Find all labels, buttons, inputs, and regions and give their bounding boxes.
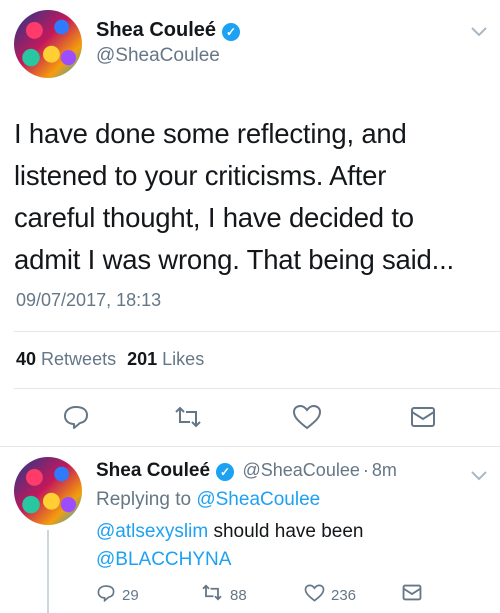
retweets-count[interactable]: 40 bbox=[16, 349, 36, 369]
reply-avatar[interactable] bbox=[14, 457, 82, 525]
retweet-count: 88 bbox=[230, 586, 247, 604]
display-name[interactable]: Shea Couleé bbox=[96, 19, 216, 41]
reply-time[interactable]: 8m bbox=[372, 460, 397, 480]
envelope-icon[interactable] bbox=[410, 406, 436, 433]
replying-to-prefix: Replying to bbox=[96, 489, 192, 510]
like-count: 236 bbox=[331, 587, 357, 604]
divider bbox=[14, 331, 500, 332]
tweet-timestamp[interactable]: 09/07/2017, 18:13 bbox=[16, 290, 161, 311]
tweet-text-line: careful thought, I have decided to bbox=[14, 202, 414, 233]
chevron-down-icon[interactable] bbox=[470, 22, 488, 43]
reply-display-name[interactable]: Shea Couleé bbox=[96, 460, 210, 481]
divider bbox=[14, 388, 500, 389]
reply-chevron-down-icon[interactable] bbox=[470, 466, 488, 487]
envelope-icon bbox=[402, 584, 422, 605]
replying-to-link[interactable]: @SheaCoulee bbox=[196, 489, 320, 510]
reply-action-reply[interactable]: 29 bbox=[96, 584, 139, 607]
handle[interactable]: @SheaCoulee bbox=[96, 45, 220, 67]
replying-to: Replying to @SheaCoulee bbox=[96, 486, 320, 514]
reply-icon bbox=[96, 584, 116, 607]
verified-badge-icon: ✓ bbox=[216, 462, 235, 481]
thread-line bbox=[47, 530, 49, 613]
reply-count: 29 bbox=[122, 587, 139, 604]
avatar[interactable] bbox=[14, 10, 82, 78]
tweet-text-line: I have done some reflecting, and bbox=[14, 118, 407, 149]
reply-text: @atlsexyslim should have been @BLACCHYNA bbox=[96, 518, 476, 574]
reply-action-retweet[interactable]: 88 bbox=[200, 584, 247, 606]
verified-badge-icon: ✓ bbox=[222, 22, 241, 41]
likes-label[interactable]: Likes bbox=[162, 349, 204, 369]
retweet-icon bbox=[200, 584, 224, 606]
reply-separator: · bbox=[362, 460, 369, 480]
retweets-label[interactable]: Retweets bbox=[41, 349, 116, 369]
reply-icon[interactable] bbox=[62, 404, 90, 435]
tweet-text-line: admit I was wrong. That being said... bbox=[14, 244, 454, 275]
mention-link[interactable]: @atlsexyslim bbox=[96, 521, 208, 542]
heart-icon[interactable] bbox=[292, 404, 322, 435]
likes-count[interactable]: 201 bbox=[127, 349, 157, 369]
section-divider bbox=[0, 446, 500, 447]
engagement-counts: 40 Retweets 201 Likes bbox=[16, 349, 204, 370]
heart-icon bbox=[304, 584, 325, 607]
reply-action-like[interactable]: 236 bbox=[304, 584, 356, 607]
reply-handle[interactable]: @SheaCoulee bbox=[243, 460, 360, 480]
reply-action-dm[interactable] bbox=[402, 584, 422, 606]
tweet-text-line: listened to your criticisms. After bbox=[14, 160, 387, 191]
reply-header: Shea Couleé ✓ @SheaCoulee · 8m bbox=[96, 460, 397, 482]
display-name-row[interactable]: Shea Couleé ✓ bbox=[96, 19, 241, 42]
reply-text-body: should have been bbox=[213, 521, 364, 542]
tweet-text: I have done some reflecting, and listene… bbox=[14, 113, 494, 281]
mention-link[interactable]: @BLACCHYNA bbox=[96, 549, 231, 570]
retweet-icon[interactable] bbox=[172, 406, 204, 433]
